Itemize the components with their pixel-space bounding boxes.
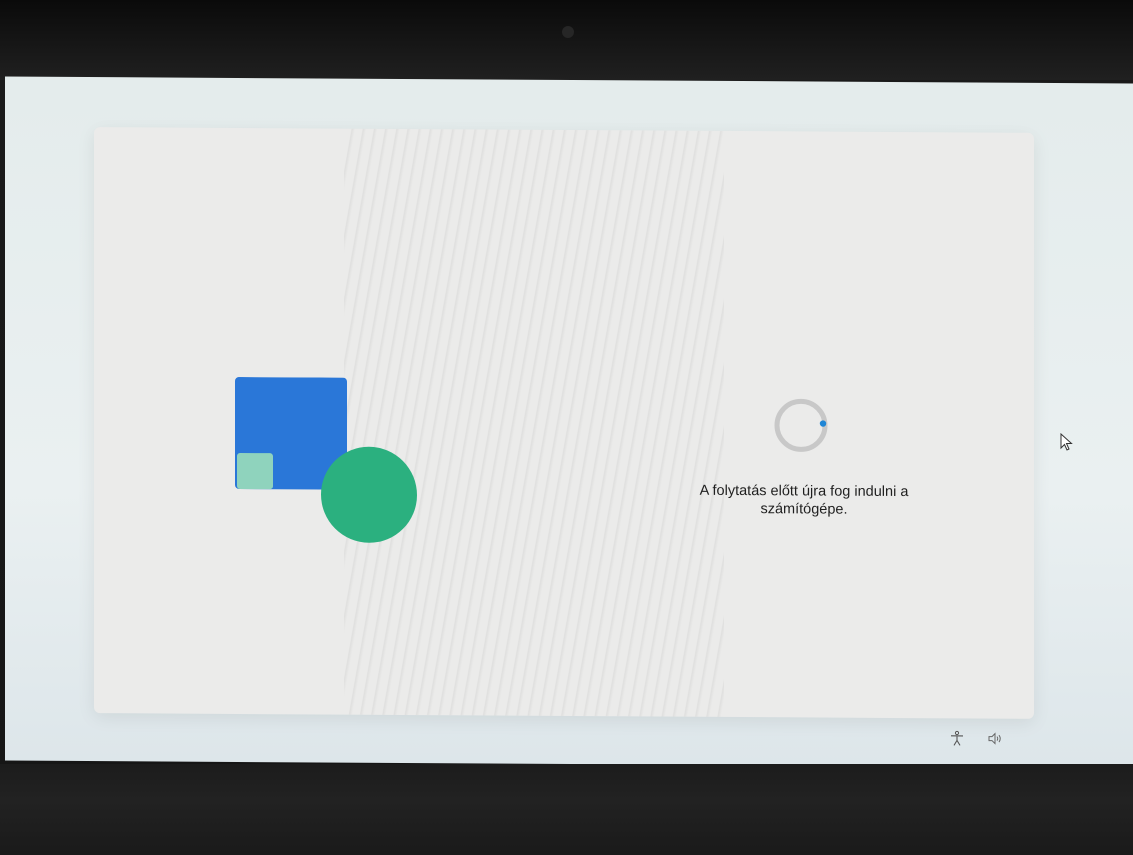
volume-icon [988,732,1001,745]
oobe-screen: A folytatás előtt újra fog indulni a szá… [5,76,1133,768]
windows-setup-logo-icon [235,376,417,543]
loading-spinner-icon [774,398,828,452]
photo-frame: A folytatás előtt újra fog indulni a szá… [0,0,1133,855]
volume-button[interactable] [985,729,1005,749]
monitor-bottom-bezel [0,764,1133,855]
mouse-pointer-icon [1060,433,1073,451]
logo-light-square [237,452,273,490]
webcam [562,26,574,38]
restart-status-message: A folytatás előtt újra fog indulni a szá… [699,482,909,518]
monitor-top-bezel [0,0,1133,80]
logo-green-circle [321,446,417,543]
accessibility-icon [951,730,963,746]
system-tray [947,728,1005,748]
accessibility-button[interactable] [947,728,967,748]
setup-panel: A folytatás előtt újra fog indulni a szá… [94,127,1034,719]
